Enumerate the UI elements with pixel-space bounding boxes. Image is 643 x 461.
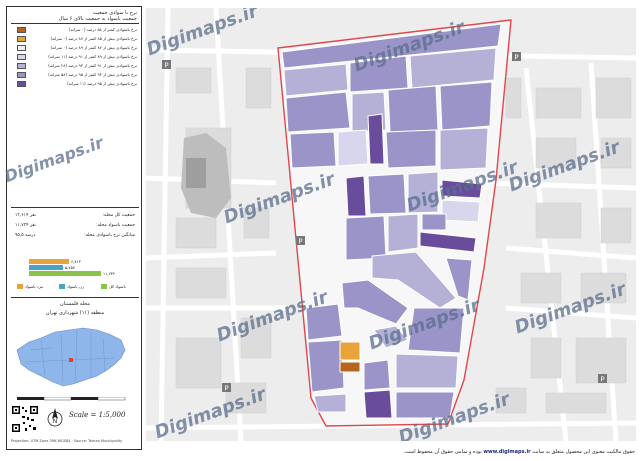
- projection-note: Projection: UTM Zone 39N WGS84 · Source:…: [11, 439, 123, 443]
- literacy-bar: [29, 265, 63, 270]
- svg-text:P: P: [514, 54, 518, 62]
- legend-class: نرخ باسوادی بیش از ۹۵ درصد (۱۱ سرانه): [17, 81, 137, 87]
- stat-literacy-rate: ۹۵,۵ درصد میانگین نرخ باسوادی محله:: [15, 232, 135, 240]
- svg-text:N: N: [53, 418, 58, 425]
- bar-legend-swatch: [17, 284, 23, 289]
- scale-bar: [17, 397, 126, 401]
- legend-class-label: نرخ باسوادی بیش از ۸۹ کمتر از ۹۱ درصد (۱…: [48, 54, 137, 59]
- legend-class-label: نرخ باسوادی بیش از ۸۵ کمتر از ۸۷ درصد (۰…: [50, 36, 137, 41]
- stat-value: ۹۵,۵ درصد: [15, 233, 36, 238]
- svg-text:P: P: [600, 376, 604, 384]
- bar-legend-label: مرد باسواد: [25, 284, 44, 289]
- legend-title: نرخ با سوادی جمعیت جمعیت باسواد به جمعیت…: [11, 10, 137, 22]
- stat-key: میانگین نرخ باسوادی محله:: [84, 233, 135, 238]
- legend-class: نرخ باسوادی بیش از ۹۱ کمتر از ۹۳ درصد (۲…: [17, 63, 137, 69]
- literacy-bar-chart: ۶,۸۱۳ ۵,۷۵۷ ۱۱,۷۳۴: [29, 259, 139, 277]
- tehran-inset-map: [11, 320, 129, 398]
- neighborhood-name: محله قلمستان: [60, 301, 90, 307]
- location-marker: [69, 358, 73, 362]
- legend-class: نرخ باسوادی کمتر از ۸۵ درصد (۰ سرانه): [17, 27, 137, 33]
- legend-swatch: [17, 45, 26, 51]
- legend-swatch: [17, 72, 26, 78]
- legend-class: نرخ باسوادی بیش از ۹۳ کمتر از ۹۵ درصد (۵…: [17, 72, 137, 78]
- literacy-bar: [29, 271, 101, 276]
- lowest-literacy-block: [339, 361, 361, 373]
- bar-legend-item: زن باسواد: [59, 282, 99, 291]
- legend-class-label: نرخ باسوادی کمتر از ۸۵ درصد (۰ سرانه): [69, 27, 137, 32]
- literacy-bar: [29, 259, 69, 264]
- literacy-bar-label: ۶,۸۱۳: [71, 259, 81, 264]
- legend-swatch: [17, 54, 26, 60]
- map-sheet: نرخ با سوادی جمعیت جمعیت باسواد به جمعیت…: [0, 0, 643, 461]
- legend-class-label: نرخ باسوادی بیش از ۸۷ کمتر از ۸۹ درصد (۰…: [50, 45, 137, 50]
- map-canvas: P P P P P Digimaps.ir Digimaps.ir Digima…: [146, 8, 636, 441]
- legend-swatch: [17, 27, 26, 33]
- low-literacy-block: [339, 341, 361, 361]
- map-scale: Scale = 1:5,000: [69, 411, 126, 419]
- copyright-pre: حقوق مالکیت معنوی این محصول متعلق به سای…: [532, 449, 635, 455]
- qr-code: [11, 405, 39, 433]
- divider: [11, 23, 139, 24]
- map-svg: P P P P P: [146, 8, 636, 441]
- legend-title-line2: جمعیت باسواد به جمعیت بالای ۶ سال: [58, 16, 137, 22]
- bar-legend-swatch: [101, 284, 107, 289]
- legend-class-label: نرخ باسوادی بیش از ۹۱ کمتر از ۹۳ درصد (۲…: [48, 63, 137, 68]
- copyright-site-link[interactable]: www.digimaps.ir: [483, 449, 530, 455]
- copyright-note: حقوق مالکیت معنوی این محصول متعلق به سای…: [160, 448, 636, 456]
- svg-text:P: P: [298, 238, 302, 246]
- legend-panel: نرخ با سوادی جمعیت جمعیت باسواد به جمعیت…: [6, 6, 142, 450]
- north-arrow-icon: N: [47, 408, 63, 427]
- stat-key: جمعیت کل محله:: [102, 213, 135, 218]
- bar-legend-label: باسواد کل: [109, 284, 126, 289]
- bar-legend-swatch: [59, 284, 65, 289]
- legend-class-label: نرخ باسوادی بیش از ۹۳ کمتر از ۹۵ درصد (۵…: [48, 72, 137, 77]
- district-name: منطقه (۱۱) شهرداری تهران: [45, 310, 105, 316]
- bar-legend-item: باسواد کل: [101, 282, 141, 291]
- divider: [11, 297, 139, 298]
- legend-class-label: نرخ باسوادی بیش از ۹۵ درصد (۱۱ سرانه): [67, 81, 137, 86]
- legend-class: نرخ باسوادی بیش از ۸۹ کمتر از ۹۱ درصد (۱…: [17, 54, 137, 60]
- legend-swatch: [17, 63, 26, 69]
- literacy-bar-label: ۱۱,۷۳۴: [103, 271, 116, 276]
- stat-total-population: ۱۳,۶۱۴ نفر جمعیت کل محله:: [15, 212, 135, 220]
- legend-swatch: [17, 36, 26, 42]
- legend-class: نرخ باسوادی بیش از ۸۵ کمتر از ۸۷ درصد (۰…: [17, 36, 137, 42]
- svg-text:P: P: [164, 62, 168, 70]
- stat-value: ۱۳,۶۱۴ نفر: [15, 213, 36, 218]
- bar-legend-label: زن باسواد: [67, 284, 84, 289]
- divider: [11, 207, 139, 208]
- legend-swatch: [17, 81, 26, 87]
- stat-literate-population: ۱۱,۷۳۴ نفر جمعیت باسواد محله:: [15, 222, 135, 230]
- legend-class: نرخ باسوادی بیش از ۸۷ کمتر از ۸۹ درصد (۰…: [17, 45, 137, 51]
- bar-legend-item: مرد باسواد: [17, 282, 57, 291]
- copyright-post: بوده و تمامی حقوق آن محفوظ است.: [403, 449, 482, 455]
- literacy-bar-label: ۵,۷۵۷: [65, 265, 75, 270]
- svg-text:P: P: [224, 385, 228, 393]
- stat-value: ۱۱,۷۳۴ نفر: [15, 223, 36, 228]
- stat-key: جمعیت باسواد محله:: [96, 223, 135, 228]
